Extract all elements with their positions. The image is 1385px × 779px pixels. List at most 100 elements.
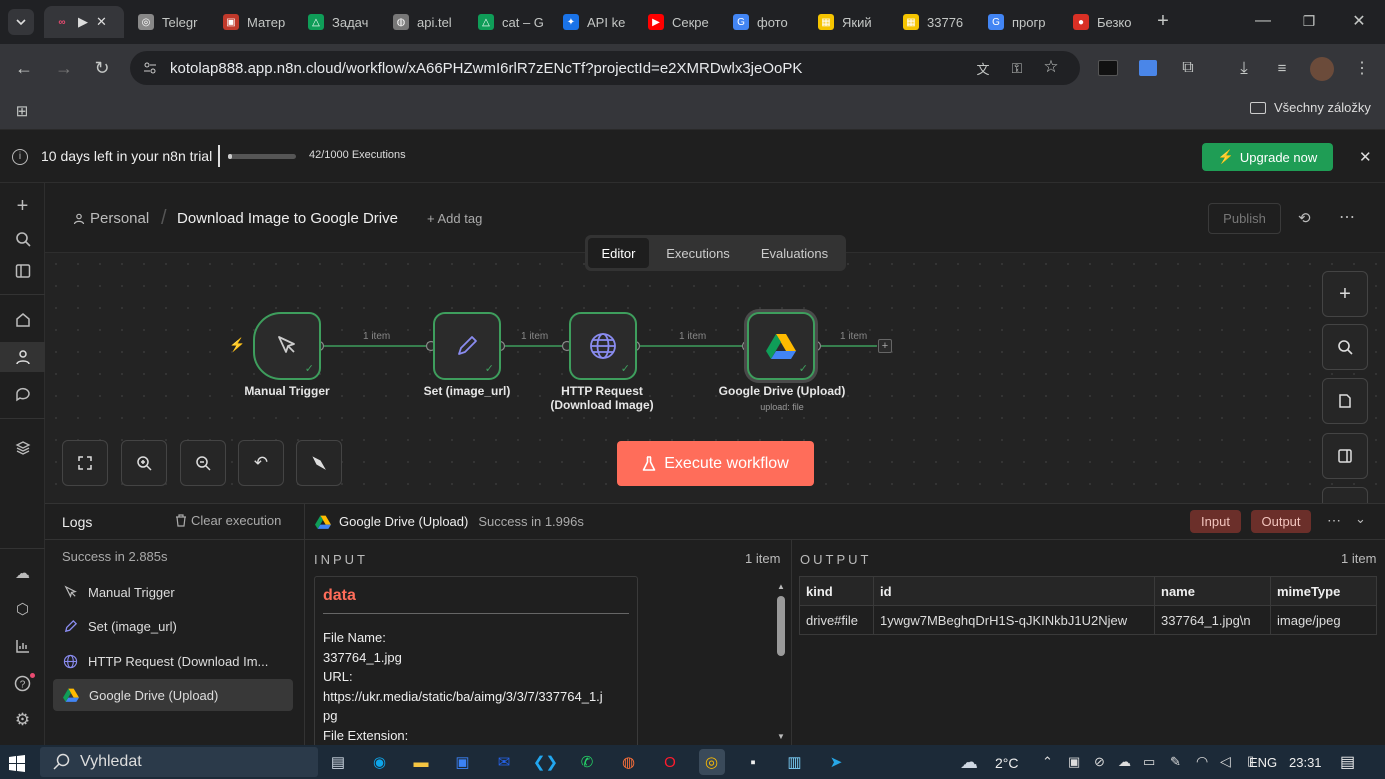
- browser-tab[interactable]: ● Безко: [1063, 6, 1147, 38]
- breadcrumb[interactable]: Personal: [73, 210, 149, 227]
- browser-tab[interactable]: △ Задач: [298, 6, 382, 38]
- help-icon[interactable]: ?: [0, 668, 45, 698]
- browser-tab[interactable]: ◎ Telegr: [128, 6, 212, 38]
- log-item-google-drive[interactable]: Google Drive (Upload): [53, 679, 293, 711]
- ai-button[interactable]: [1322, 487, 1368, 503]
- translate-icon[interactable]: 文: [974, 59, 992, 77]
- apps-grid-icon[interactable]: ⊞: [12, 101, 32, 121]
- outlook-icon[interactable]: ✉: [491, 749, 517, 775]
- node-set-image-url[interactable]: ✓: [433, 312, 501, 380]
- collapse-chevron-icon[interactable]: ⌄: [1355, 511, 1366, 527]
- bookmark-star-icon[interactable]: ☆: [1042, 57, 1060, 76]
- scrollbar-thumb[interactable]: [777, 596, 785, 656]
- execute-workflow-button[interactable]: Execute workflow: [617, 441, 814, 486]
- zoom-out-button[interactable]: [180, 440, 226, 486]
- log-item-http-request[interactable]: HTTP Request (Download Im...: [53, 645, 293, 677]
- taskbar-search[interactable]: Vyhledat: [40, 747, 318, 777]
- extension-window-icon[interactable]: [1139, 60, 1157, 76]
- all-bookmarks[interactable]: Všechny záložky: [1250, 100, 1371, 115]
- fit-view-button[interactable]: [62, 440, 108, 486]
- tidy-up-button[interactable]: [296, 440, 342, 486]
- site-settings-icon[interactable]: [142, 60, 158, 76]
- tab-n8n[interactable]: ∞ ▶ ✕: [44, 6, 124, 38]
- add-node-icon[interactable]: +: [878, 339, 892, 353]
- browser-menu-icon[interactable]: ⋮: [1352, 58, 1372, 78]
- firefox-icon[interactable]: ◍: [616, 749, 642, 775]
- task-view-icon[interactable]: ▤: [325, 749, 351, 775]
- zoom-in-button[interactable]: [121, 440, 167, 486]
- media-icon[interactable]: ≡: [1272, 58, 1292, 78]
- file-explorer-icon[interactable]: ▬: [408, 749, 434, 775]
- forward-icon[interactable]: →: [52, 56, 76, 80]
- tab-evaluations[interactable]: Evaluations: [747, 238, 842, 268]
- opera-icon[interactable]: O: [657, 749, 683, 775]
- add-tag-link[interactable]: + Add tag: [427, 211, 482, 226]
- log-item-manual-trigger[interactable]: Manual Trigger: [53, 576, 293, 608]
- volume-icon[interactable]: ◁: [1220, 753, 1231, 770]
- search-icon[interactable]: [0, 224, 45, 254]
- add-node-button[interactable]: +: [1322, 271, 1368, 317]
- download-icon[interactable]: ⤓: [1234, 58, 1254, 78]
- scroll-down-icon[interactable]: ▼: [777, 732, 785, 741]
- browser-tab[interactable]: ◍ api.tel: [383, 6, 467, 38]
- user-icon[interactable]: [0, 342, 45, 372]
- clock[interactable]: 23:31: [1289, 755, 1322, 770]
- key-icon[interactable]: ⚿: [1008, 59, 1026, 77]
- output-toggle-button[interactable]: Output: [1251, 510, 1311, 533]
- log-item-set-image-url[interactable]: Set (image_url): [53, 610, 293, 642]
- workflow-title[interactable]: Download Image to Google Drive: [177, 210, 398, 227]
- cube-icon[interactable]: ⬡: [0, 594, 45, 624]
- telegram-icon[interactable]: ➤: [823, 749, 849, 775]
- add-icon[interactable]: +: [0, 191, 45, 221]
- url-input[interactable]: kotolap888.app.n8n.cloud/workflow/xA66PH…: [130, 51, 1080, 85]
- publish-button[interactable]: Publish: [1208, 203, 1281, 234]
- close-tab-icon[interactable]: ✕: [96, 14, 107, 30]
- tab-executions[interactable]: Executions: [651, 238, 745, 268]
- reload-icon[interactable]: ↻: [90, 56, 114, 80]
- upgrade-button[interactable]: ⚡ Upgrade now: [1202, 143, 1333, 171]
- undo-button[interactable]: ↶: [238, 440, 284, 486]
- extension-icon[interactable]: [1098, 60, 1118, 76]
- table-cell[interactable]: drive#file: [799, 605, 874, 635]
- more-options-icon[interactable]: ⋯: [1339, 207, 1355, 227]
- more-options-icon[interactable]: ⋯: [1327, 512, 1341, 529]
- restore-icon[interactable]: ❐: [1298, 10, 1320, 32]
- tray-display-icon[interactable]: ▭: [1143, 754, 1155, 770]
- close-window-icon[interactable]: ✕: [1348, 10, 1370, 32]
- new-tab-icon[interactable]: +: [1152, 10, 1174, 32]
- browser-tab[interactable]: △ cat – G: [468, 6, 552, 38]
- profile-avatar[interactable]: [1310, 57, 1334, 81]
- tray-app-icon[interactable]: ▣: [1068, 754, 1080, 770]
- wifi-icon[interactable]: ◠: [1196, 753, 1208, 770]
- node-http-request[interactable]: ✓: [569, 312, 637, 380]
- back-icon[interactable]: ←: [12, 56, 36, 80]
- tray-network-off-icon[interactable]: ⊘: [1094, 754, 1105, 770]
- notepad-icon[interactable]: ▥: [782, 749, 808, 775]
- browser-tab[interactable]: ▶ Секре: [638, 6, 722, 38]
- node-google-drive-upload[interactable]: ✓: [747, 312, 815, 380]
- whatsapp-icon[interactable]: ✆: [574, 749, 600, 775]
- minimize-icon[interactable]: —: [1252, 10, 1274, 32]
- chrome-icon[interactable]: ◎: [698, 749, 725, 775]
- history-icon[interactable]: ⟲: [1298, 209, 1311, 227]
- windows-start-icon[interactable]: [8, 754, 26, 772]
- store-icon[interactable]: ▣: [450, 749, 476, 775]
- terminal-icon[interactable]: ▪: [740, 749, 766, 775]
- sticky-note-button[interactable]: [1322, 378, 1368, 424]
- tray-cloud-icon[interactable]: ☁: [1118, 754, 1131, 770]
- tab-search-icon[interactable]: [8, 9, 34, 35]
- tray-chevron-icon[interactable]: ⌃: [1042, 754, 1053, 770]
- workflow-canvas[interactable]: 1 item 1 item 1 item 1 item + ⚡ ✓ Manual…: [45, 253, 1385, 503]
- layers-icon[interactable]: [0, 433, 45, 463]
- table-cell[interactable]: 337764_1.jpg\n: [1154, 605, 1271, 635]
- clear-execution-button[interactable]: Clear execution: [175, 513, 281, 528]
- input-toggle-button[interactable]: Input: [1190, 510, 1241, 533]
- toggle-panel-button[interactable]: [1322, 433, 1368, 479]
- browser-tab[interactable]: Gфото: [723, 6, 807, 38]
- table-cell[interactable]: image/jpeg: [1270, 605, 1377, 635]
- extensions-puzzle-icon[interactable]: ⧉: [1178, 58, 1198, 78]
- browser-tab[interactable]: ✦ API ke: [553, 6, 637, 38]
- tab-editor[interactable]: Editor: [588, 238, 649, 268]
- browser-tab[interactable]: ▦ Який: [808, 6, 892, 38]
- tray-pen-icon[interactable]: ✎: [1170, 754, 1181, 770]
